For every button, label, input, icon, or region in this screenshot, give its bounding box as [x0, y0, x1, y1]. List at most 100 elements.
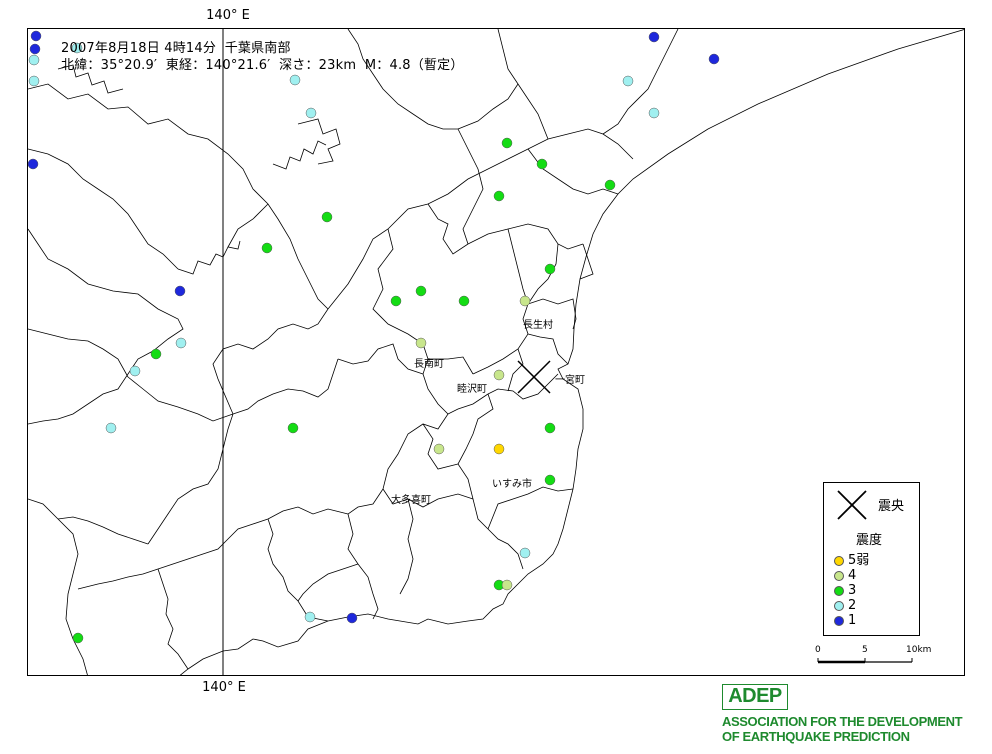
station-marker	[289, 74, 301, 86]
legend-item: 1	[834, 613, 856, 629]
station-marker	[28, 158, 39, 170]
station-marker	[493, 369, 505, 381]
boundary-27	[347, 29, 458, 130]
coastline-south-bay	[28, 498, 88, 675]
town-label-mutsuzawa: 睦沢町	[457, 384, 487, 395]
legend-item-label: 4	[848, 568, 857, 583]
legend-intensity-title: 震度	[856, 533, 883, 548]
boundary-35	[28, 148, 179, 270]
station-marker	[544, 474, 556, 486]
town-label-ichinomiya: 一宮町	[555, 375, 585, 386]
boundary-19	[157, 568, 189, 670]
station-marker	[648, 31, 660, 43]
station-marker	[501, 137, 513, 149]
station-marker	[304, 611, 316, 623]
adep-logo: ADEP	[722, 684, 788, 710]
boundary-26	[497, 29, 549, 140]
map-frame: 2007年8月18日 4時14分 千葉県南部 北緯：35°20.9′ 東経：14…	[27, 28, 965, 676]
scale-label-10: 10km	[906, 645, 932, 655]
town-label-isumi: いすみ市	[492, 479, 532, 490]
intensity-dot-icon	[834, 600, 844, 611]
station-marker	[519, 547, 531, 559]
intensity-dot-icon	[834, 555, 844, 566]
boundary-15	[212, 308, 329, 415]
station-marker	[72, 632, 84, 644]
station-marker	[544, 422, 556, 434]
boundary-29	[579, 243, 594, 280]
intensity-dot-icon	[834, 585, 844, 596]
boundary-18	[57, 516, 149, 545]
legend: 震央 震度 5弱 4 3 2 1	[823, 482, 920, 636]
boundary-36	[28, 328, 129, 378]
boundary-32	[507, 348, 524, 392]
boundary-23	[227, 203, 269, 248]
town-label-chonan: 長南町	[414, 359, 444, 370]
scale-label-0: 0	[815, 645, 821, 655]
station-marker	[30, 30, 42, 42]
coast-reclaimed-2	[272, 140, 327, 170]
station-marker	[604, 179, 616, 191]
station-marker	[287, 422, 299, 434]
station-marker	[129, 365, 141, 377]
station-marker	[501, 579, 513, 591]
boundary-2	[457, 128, 484, 245]
legend-epicenter-label: 震央	[878, 499, 905, 514]
station-marker	[346, 612, 358, 624]
coast-reclaimed-1	[177, 240, 241, 275]
scale-label-5: 5	[862, 645, 868, 655]
epicenter-legend-icon	[837, 490, 867, 520]
station-marker	[305, 107, 317, 119]
station-marker	[390, 295, 402, 307]
legend-item-label: 2	[848, 598, 857, 613]
boundary-9	[337, 343, 424, 375]
station-marker	[321, 211, 333, 223]
boundary-7	[527, 333, 569, 365]
station-marker	[519, 295, 531, 307]
legend-item: 2	[834, 598, 856, 614]
boundary-4	[427, 203, 584, 255]
town-label-chosei: 長生村	[523, 320, 553, 331]
station-marker	[28, 75, 40, 87]
station-marker	[261, 242, 273, 254]
adep-name-line2: OF EARTHQUAKE PREDICTION	[722, 729, 910, 744]
station-marker	[415, 337, 427, 349]
boundary-1	[327, 128, 634, 310]
station-marker	[493, 443, 505, 455]
scale-bar-graphic	[817, 658, 913, 664]
boundary-22	[127, 376, 234, 422]
boundary-28	[457, 83, 519, 130]
intensity-dot-icon	[834, 570, 844, 581]
legend-item: 5弱	[834, 553, 869, 569]
event-hypocenter-info: 北緯：35°20.9′ 東経：140°21.6′ 深さ：23km M：4.8（暫…	[61, 58, 464, 73]
station-marker	[105, 422, 117, 434]
station-marker	[29, 43, 41, 55]
station-marker	[28, 54, 40, 66]
legend-item-label: 3	[848, 583, 857, 598]
meridian-label-top: 140° E	[206, 8, 250, 23]
station-marker	[708, 53, 720, 65]
station-marker	[536, 158, 548, 170]
adep-name-line1: ASSOCIATION FOR THE DEVELOPMENT	[722, 714, 963, 729]
station-marker	[493, 190, 505, 202]
boundary-33	[487, 486, 574, 530]
station-marker	[648, 107, 660, 119]
station-marker	[544, 263, 556, 275]
boundary-16	[147, 413, 234, 545]
legend-item: 3	[834, 583, 856, 599]
boundary-13	[399, 498, 414, 595]
epicenter-marker	[517, 360, 551, 394]
boundary-14	[232, 358, 339, 415]
legend-item-label: 1	[848, 613, 857, 628]
station-marker	[433, 443, 445, 455]
boundary-30	[527, 243, 559, 305]
coastline-tokyo-bay	[28, 228, 184, 425]
station-marker	[150, 348, 162, 360]
boundary-21	[297, 563, 359, 602]
scale-bar: 0 5 10km	[814, 643, 934, 673]
legend-item: 4	[834, 568, 856, 584]
station-marker	[622, 75, 634, 87]
boundary-17	[77, 506, 349, 590]
station-marker	[415, 285, 427, 297]
boundary-20	[267, 518, 329, 622]
boundary-24	[527, 148, 619, 195]
